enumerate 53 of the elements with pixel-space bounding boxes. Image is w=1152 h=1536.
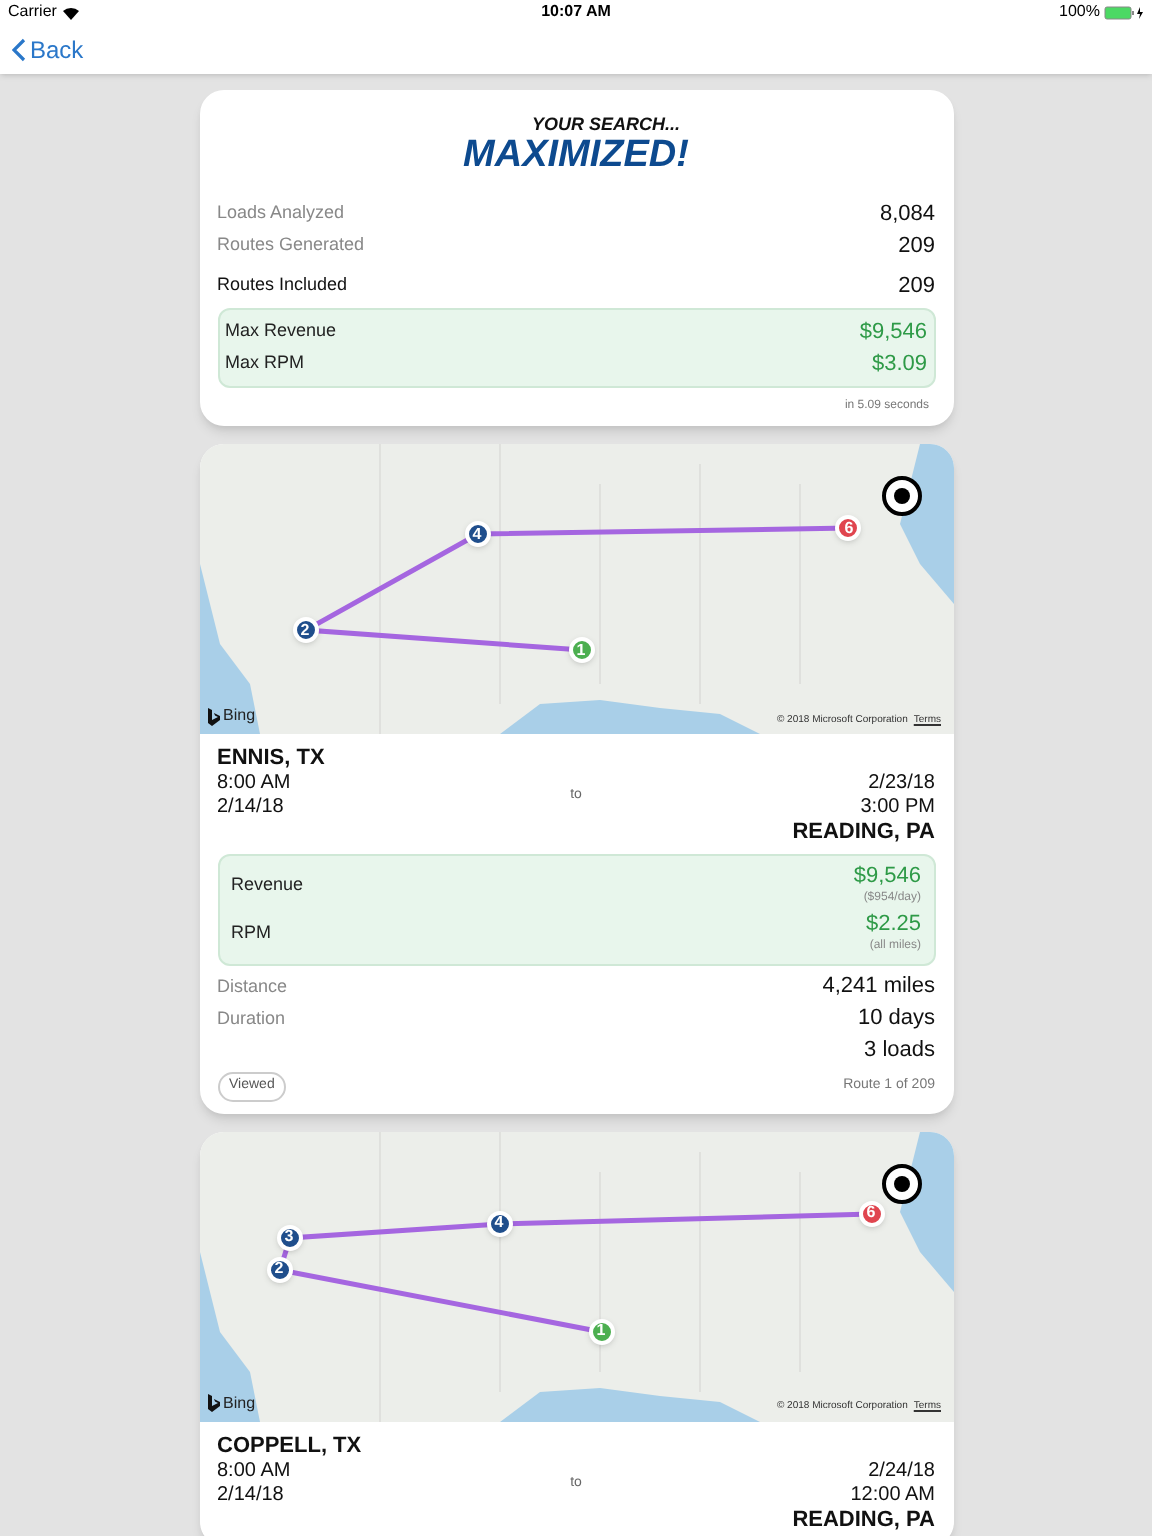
metric-value: $2.25 (865, 912, 921, 938)
clock-time: 10:07 AM (541, 0, 611, 24)
chevron-left-icon (12, 37, 26, 61)
stat-label: Routes Generated (217, 232, 365, 259)
locate-icon[interactable] (881, 1163, 921, 1203)
route-stop-marker[interactable]: 4 (464, 521, 490, 547)
battery-percent: 100% (1059, 0, 1100, 24)
bing-logo-icon (207, 707, 219, 725)
highlight-label: Max RPM (225, 350, 305, 377)
stat-value: 209 (898, 271, 935, 302)
map-attribution: Bing (223, 704, 256, 728)
origin-city: COPPELL, TX (217, 1433, 364, 1459)
destination-city: READING, PA (792, 820, 935, 846)
origin-time: 8:00 AM (217, 772, 293, 796)
carrier-label: Carrier (8, 0, 57, 24)
headline: MAXIMIZED! (463, 136, 689, 174)
metric-label: Revenue (231, 872, 304, 899)
destination-city: READING, PA (792, 1507, 935, 1533)
detail-label: Distance (217, 973, 288, 1000)
destination-date: 2/24/18 (868, 1459, 935, 1483)
wifi-icon (62, 5, 81, 19)
route-stop-marker[interactable]: 4 (486, 1210, 512, 1236)
origin-date: 2/14/18 (217, 1483, 286, 1507)
map-attribution: Bing (223, 1391, 256, 1415)
bing-logo-icon (207, 1394, 219, 1412)
highlight-value: $3.09 (871, 349, 927, 380)
route-stop-marker[interactable]: 2 (292, 617, 318, 643)
locate-icon[interactable] (881, 476, 921, 516)
stat-value: 209 (898, 231, 935, 262)
route-stop-marker[interactable]: 3 (276, 1224, 302, 1250)
metric-label: RPM (231, 920, 271, 947)
stat-value: 8,084 (879, 199, 935, 230)
back-button[interactable]: Back (12, 31, 84, 67)
destination-time: 3:00 PM (860, 796, 935, 820)
tagline: YOUR SEARCH... (529, 116, 680, 134)
destination-date: 2/23/18 (868, 772, 935, 796)
stat-label: Loads Analyzed (217, 200, 345, 227)
highlight-label: Max Revenue (225, 318, 337, 345)
origin-time: 8:00 AM (217, 1459, 293, 1483)
origin-city: ENNIS, TX (217, 746, 327, 772)
detail-label: Duration (217, 1005, 286, 1032)
detail-value: 3 loads (864, 1036, 935, 1067)
battery-charging-icon (1103, 5, 1144, 19)
route-stop-marker[interactable]: 2 (266, 1256, 292, 1282)
route-stop-marker[interactable]: 6 (858, 1200, 884, 1226)
metric-value: $9,546 (853, 864, 921, 890)
detail-value: 10 days (857, 1004, 935, 1035)
highlight-value: $9,546 (859, 317, 927, 348)
origin-date: 2/14/18 (217, 796, 286, 820)
destination-time: 12:00 AM (850, 1483, 935, 1507)
detail-value: 4,241 miles (822, 972, 935, 1003)
stat-label: Routes Included (217, 272, 348, 299)
route-stop-marker[interactable]: 6 (835, 515, 862, 541)
